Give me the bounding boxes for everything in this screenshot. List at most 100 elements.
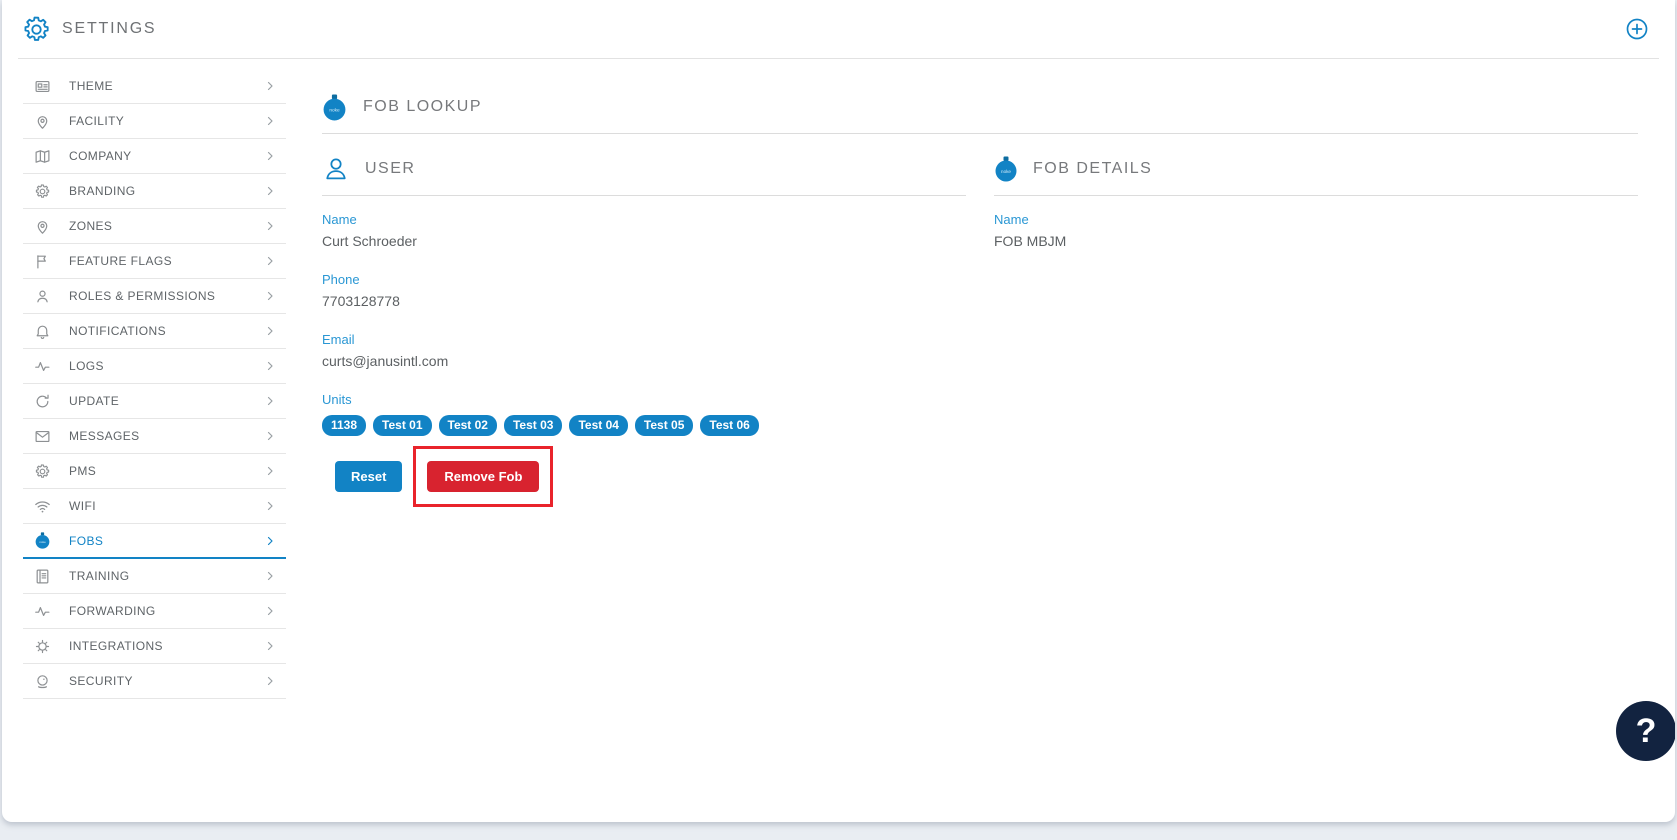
fob-details-header: noke FOB DETAILS — [994, 154, 1638, 184]
chevron-right-icon — [264, 605, 276, 617]
sidebar-item-branding[interactable]: BRANDING — [23, 174, 286, 209]
sidebar-item-label: ROLES & PERMISSIONS — [69, 289, 264, 303]
sidebar-item-messages[interactable]: MESSAGES — [23, 419, 286, 454]
action-buttons-row: Reset Remove Fob — [322, 446, 966, 507]
chevron-right-icon — [264, 640, 276, 652]
field-label: Units — [322, 392, 966, 407]
sidebar-item-label: NOTIFICATIONS — [69, 324, 264, 338]
settings-gear-icon — [21, 14, 52, 45]
map-pin-icon — [34, 113, 51, 130]
sidebar-item-label: ZONES — [69, 219, 264, 233]
field-value: FOB MBJM — [994, 233, 1638, 249]
fob-icon: noke — [322, 94, 347, 121]
sidebar-item-roles-permissions[interactable]: ROLES & PERMISSIONS — [23, 279, 286, 314]
chevron-right-icon — [264, 430, 276, 442]
fob-icon: noke — [994, 156, 1018, 182]
sidebar-item-label: WIFI — [69, 499, 264, 513]
svg-text:noke: noke — [1001, 169, 1011, 174]
chevron-right-icon — [264, 325, 276, 337]
unit-badge: Test 02 — [439, 415, 497, 436]
main-content: noke FOB LOOKUP USER Name — [286, 59, 1675, 507]
fob-details-section: noke FOB DETAILS Name FOB MBJM — [994, 134, 1638, 507]
unit-badge: Test 01 — [373, 415, 431, 436]
sidebar-item-label: MESSAGES — [69, 429, 264, 443]
sidebar-item-label: TRAINING — [69, 569, 264, 583]
wifi-icon — [34, 498, 51, 515]
user-divider — [322, 195, 966, 196]
sidebar-item-label: COMPANY — [69, 149, 264, 163]
reset-button[interactable]: Reset — [335, 461, 402, 492]
chevron-right-icon — [264, 255, 276, 267]
unit-badge: 1138 — [322, 415, 366, 436]
activity-icon — [34, 358, 51, 375]
unit-badge: Test 03 — [504, 415, 562, 436]
security-camera-icon — [34, 673, 51, 690]
sidebar-item-integrations[interactable]: INTEGRATIONS — [23, 629, 286, 664]
sidebar-item-fobs[interactable]: noke FOBS — [23, 524, 286, 559]
sidebar-item-company[interactable]: COMPANY — [23, 139, 286, 174]
notebook-icon — [34, 568, 51, 585]
sidebar-item-label: FACILITY — [69, 114, 264, 128]
gear-icon — [34, 463, 51, 480]
chevron-right-icon — [264, 220, 276, 232]
sidebar-item-security[interactable]: SECURITY — [23, 664, 286, 699]
unit-badge: Test 05 — [635, 415, 693, 436]
top-bar: SETTINGS — [2, 0, 1675, 58]
unit-badge: Test 04 — [569, 415, 627, 436]
flag-icon — [34, 253, 51, 270]
chevron-right-icon — [264, 150, 276, 162]
help-button[interactable]: ? — [1616, 701, 1675, 761]
user-section-title: USER — [365, 160, 415, 178]
person-icon — [34, 288, 51, 305]
activity-icon — [34, 603, 51, 620]
chevron-right-icon — [264, 500, 276, 512]
fob-lookup-header: noke FOB LOOKUP — [322, 93, 1638, 121]
remove-fob-button[interactable]: Remove Fob — [427, 461, 539, 492]
sidebar-item-label: FEATURE FLAGS — [69, 254, 264, 268]
sidebar-item-feature-flags[interactable]: FEATURE FLAGS — [23, 244, 286, 279]
field-label: Email — [322, 332, 966, 347]
sidebar-item-forwarding[interactable]: FORWARDING — [23, 594, 286, 629]
sidebar-item-facility[interactable]: FACILITY — [23, 104, 286, 139]
add-circle-icon[interactable] — [1625, 17, 1649, 41]
integration-gear-icon — [34, 638, 51, 655]
theme-card-icon — [34, 78, 51, 95]
svg-text:noke: noke — [39, 540, 46, 544]
sidebar-item-theme[interactable]: THEME — [23, 69, 286, 104]
field-value: 7703128778 — [322, 293, 966, 309]
field-value: Curt Schroeder — [322, 233, 966, 249]
svg-text:noke: noke — [329, 107, 340, 113]
sidebar-item-notifications[interactable]: NOTIFICATIONS — [23, 314, 286, 349]
field-label: Phone — [322, 272, 966, 287]
map-icon — [34, 148, 51, 165]
gear-icon — [34, 183, 51, 200]
settings-sidebar: THEME FACILITY COMPANY BRANDING ZONE — [23, 69, 286, 699]
field-value: curts@janusintl.com — [322, 353, 966, 369]
chevron-right-icon — [264, 675, 276, 687]
name-field: Name Curt Schroeder — [322, 212, 966, 249]
sidebar-item-logs[interactable]: LOGS — [23, 349, 286, 384]
section-title: FOB LOOKUP — [363, 98, 482, 116]
sidebar-item-label: INTEGRATIONS — [69, 639, 264, 653]
user-header: USER — [322, 154, 966, 184]
sidebar-item-label: SECURITY — [69, 674, 264, 688]
sidebar-item-label: BRANDING — [69, 184, 264, 198]
field-label: Name — [322, 212, 966, 227]
sidebar-item-training[interactable]: TRAINING — [23, 559, 286, 594]
unit-badge: Test 06 — [700, 415, 758, 436]
phone-field: Phone 7703128778 — [322, 272, 966, 309]
sidebar-item-pms[interactable]: PMS — [23, 454, 286, 489]
unit-badges: 1138 Test 01 Test 02 Test 03 Test 04 Tes… — [322, 415, 966, 436]
envelope-icon — [34, 428, 51, 445]
map-pin-icon — [34, 218, 51, 235]
remove-fob-highlight-box: Remove Fob — [413, 446, 553, 507]
sidebar-item-wifi[interactable]: WIFI — [23, 489, 286, 524]
chevron-right-icon — [264, 360, 276, 372]
fob-details-title: FOB DETAILS — [1033, 160, 1152, 178]
chevron-right-icon — [264, 185, 276, 197]
sidebar-item-zones[interactable]: ZONES — [23, 209, 286, 244]
sidebar-item-label: UPDATE — [69, 394, 264, 408]
sidebar-item-update[interactable]: UPDATE — [23, 384, 286, 419]
user-icon — [322, 155, 350, 183]
email-field: Email curts@janusintl.com — [322, 332, 966, 369]
